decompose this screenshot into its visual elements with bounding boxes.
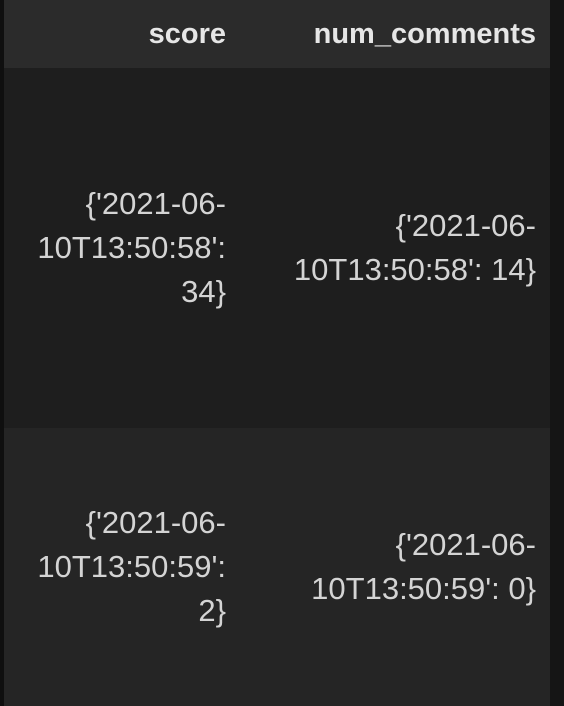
column-header-num-comments: num_comments bbox=[313, 17, 536, 50]
cell-score: {'2021-06- 10T13:50:59': 2} bbox=[4, 501, 230, 633]
table-row: {'2021-06- 10T13:50:58': 34} {'2021-06- … bbox=[4, 68, 550, 428]
cell-text: {'2021-06- bbox=[395, 527, 536, 562]
cell-num-comments: {'2021-06- 10T13:50:58': 14} bbox=[230, 204, 550, 292]
table-header: score num_comments bbox=[4, 0, 550, 68]
cell-text: {'2021-06- bbox=[85, 186, 226, 221]
cell-text: 2} bbox=[198, 593, 226, 628]
cell-text: 10T13:50:58': bbox=[37, 230, 226, 265]
cell-text: 10T13:50:58': 14} bbox=[293, 252, 536, 287]
dataframe-output: score num_comments {'2021-06- 10T13:50:5… bbox=[0, 0, 564, 706]
cell-text: {'2021-06- bbox=[395, 208, 536, 243]
cell-num-comments: {'2021-06- 10T13:50:59': 0} bbox=[230, 523, 550, 611]
cell-text: 10T13:50:59': 0} bbox=[311, 571, 536, 606]
table-row: {'2021-06- 10T13:50:59': 2} {'2021-06- 1… bbox=[4, 428, 550, 706]
data-table: score num_comments {'2021-06- 10T13:50:5… bbox=[4, 0, 550, 706]
cell-text: {'2021-06- bbox=[85, 505, 226, 540]
column-header-score: score bbox=[148, 17, 226, 50]
cell-score: {'2021-06- 10T13:50:58': 34} bbox=[4, 182, 230, 314]
vertical-scrollbar[interactable] bbox=[550, 0, 564, 706]
cell-text: 34} bbox=[181, 274, 226, 309]
cell-text: 10T13:50:59': bbox=[37, 549, 226, 584]
